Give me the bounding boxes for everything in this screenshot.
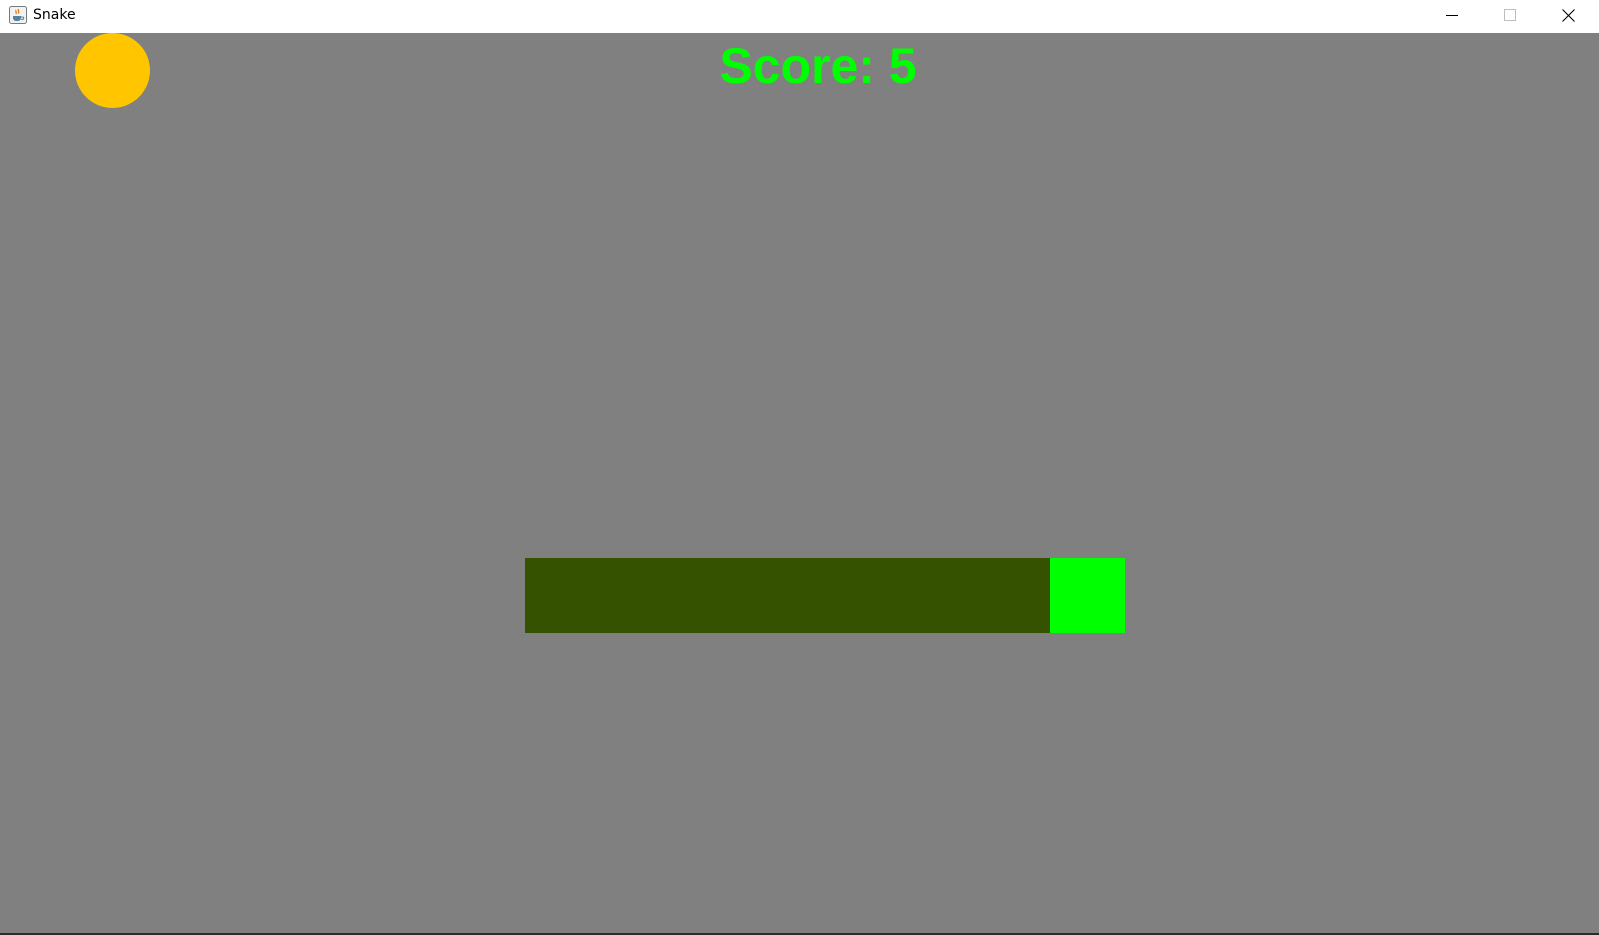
maximize-button[interactable]	[1481, 0, 1539, 30]
game-window: Snake Score: 5	[0, 0, 1599, 935]
maximize-icon	[1504, 9, 1516, 21]
close-button[interactable]	[1539, 0, 1597, 30]
window-title: Snake	[33, 7, 76, 23]
snake-head	[1050, 558, 1125, 633]
minimize-button[interactable]	[1423, 0, 1481, 30]
game-board[interactable]: Score: 5	[0, 33, 1599, 933]
java-cup-icon	[9, 6, 27, 24]
close-icon	[1561, 8, 1575, 22]
score-label: Score: 5	[719, 38, 917, 94]
snake-body	[525, 558, 1050, 633]
minimize-icon	[1446, 15, 1458, 16]
title-bar[interactable]: Snake	[0, 0, 1599, 33]
